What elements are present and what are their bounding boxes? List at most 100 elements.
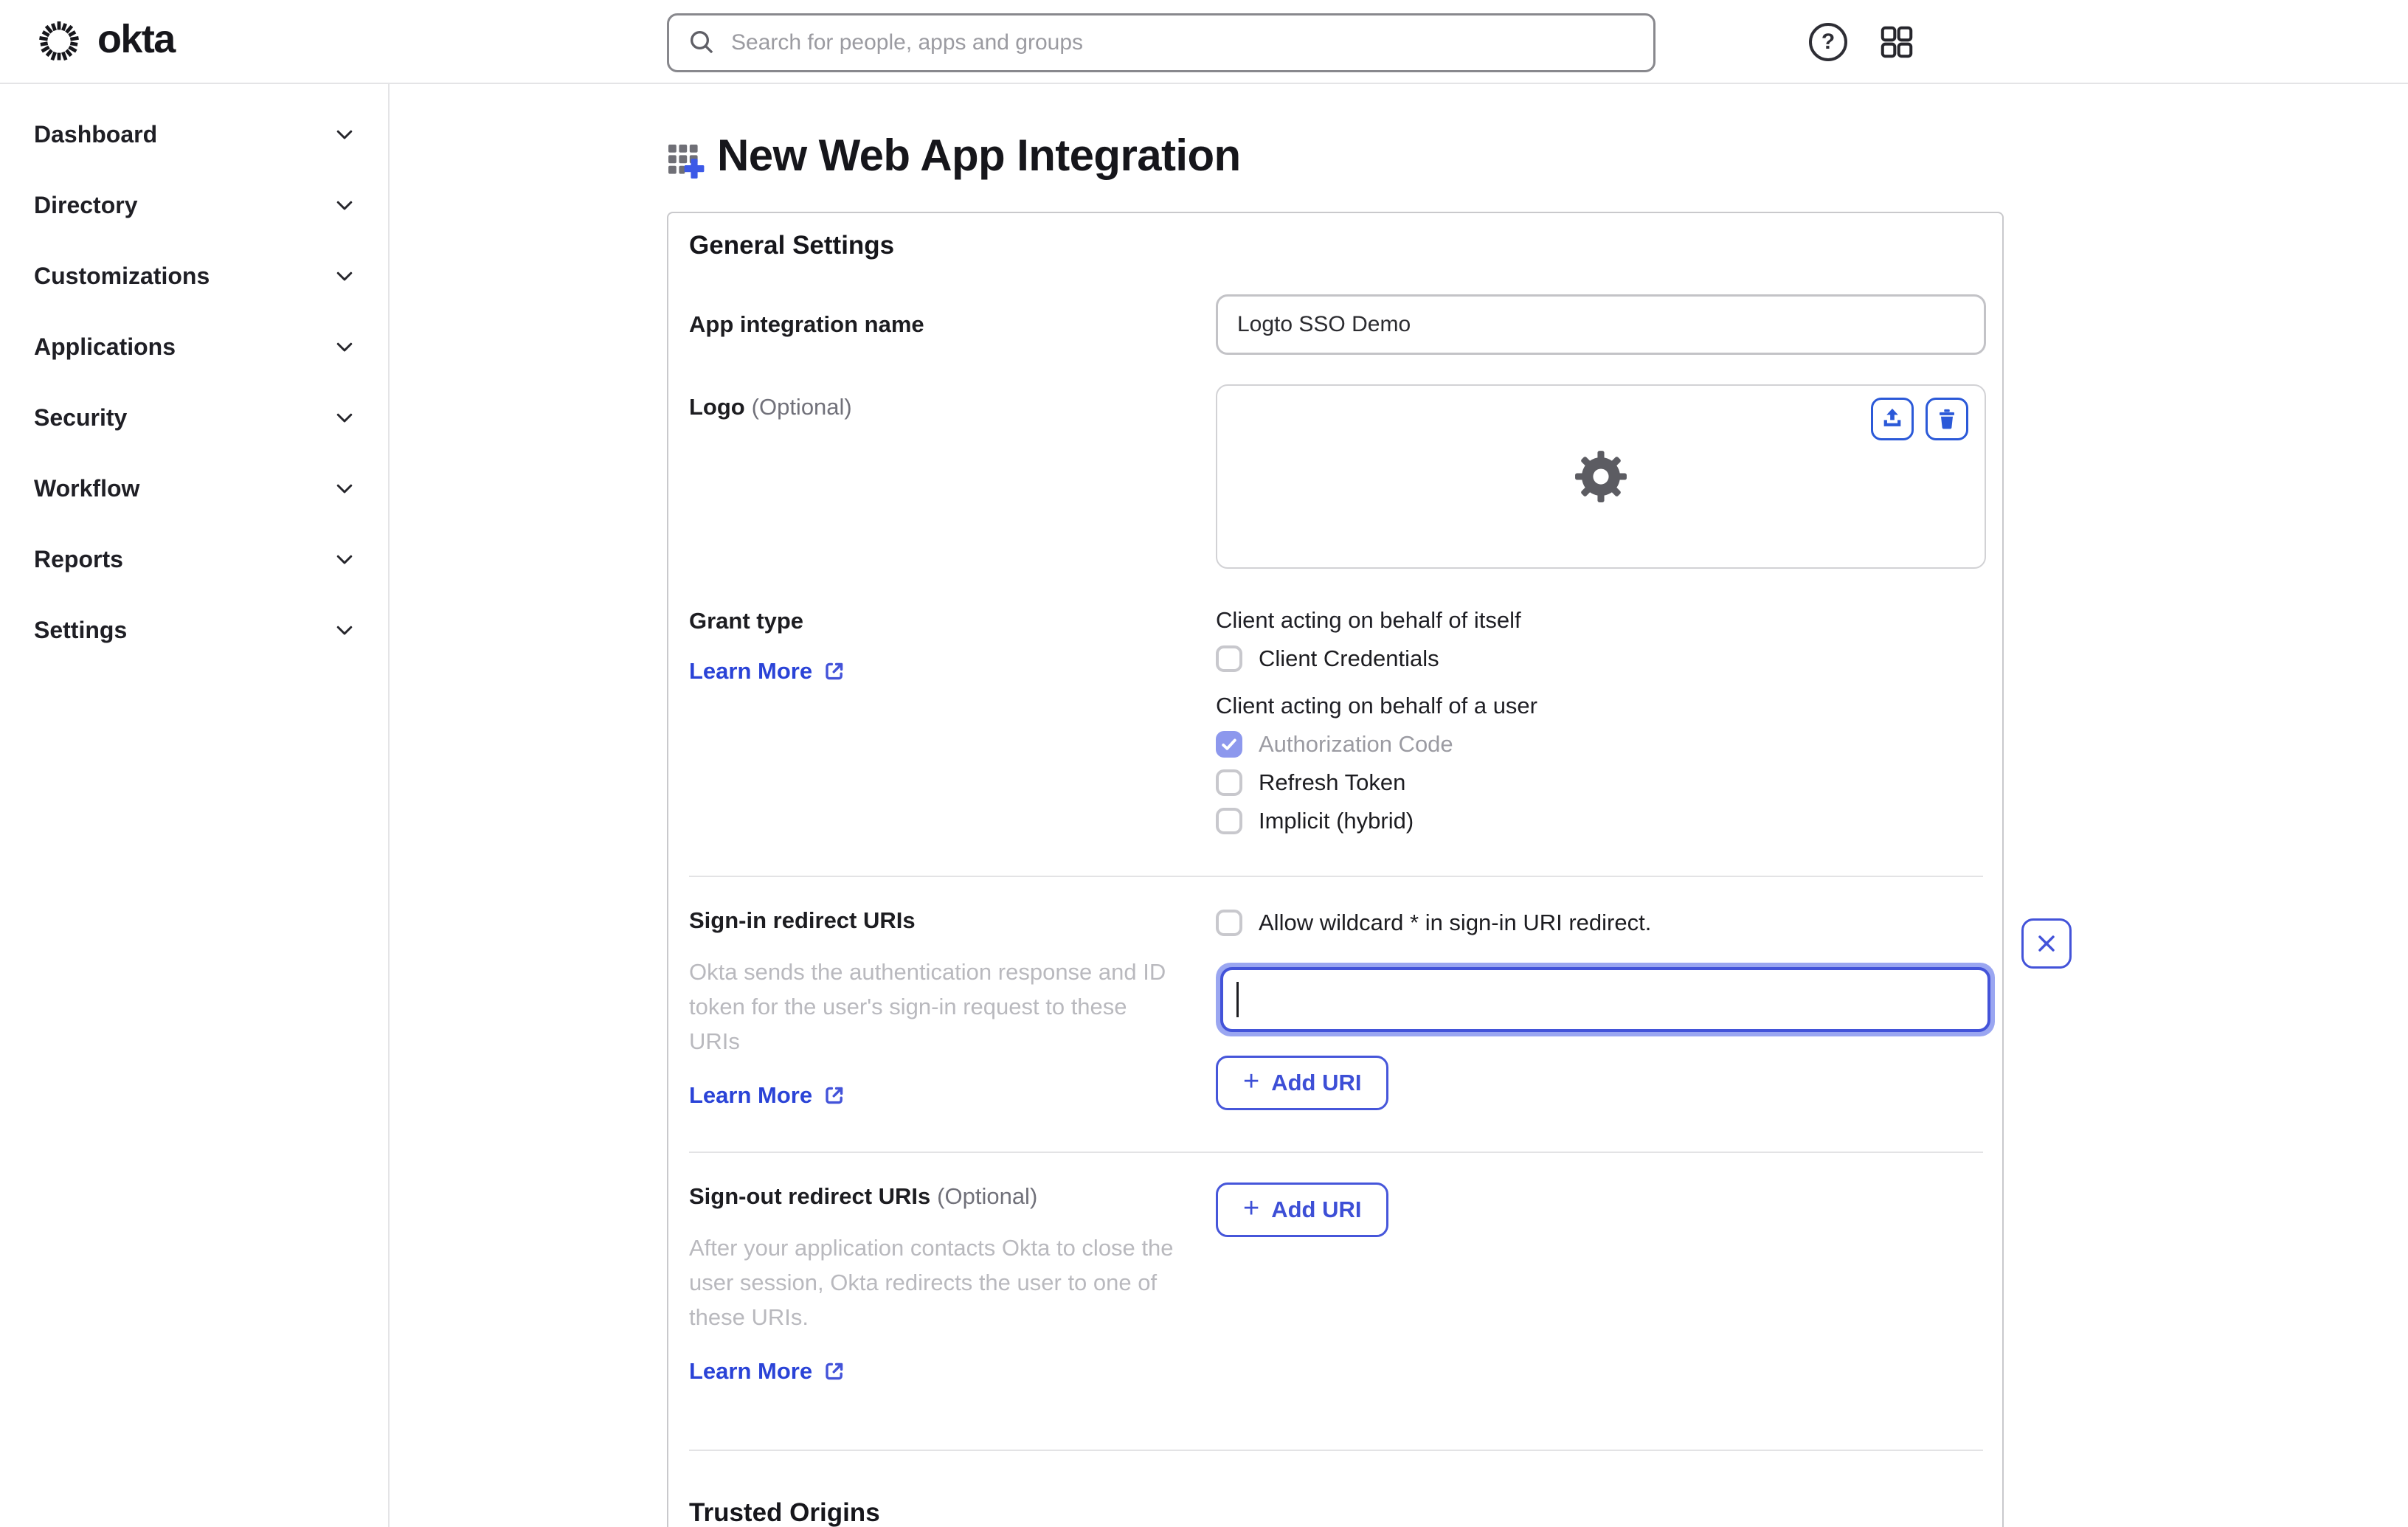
checkbox-label: Implicit (hybrid) [1259, 808, 1414, 834]
sidebar-nav: Dashboard Directory Customizations Appli… [0, 84, 390, 1527]
sidebar-item-applications[interactable]: Applications [0, 311, 388, 382]
section-divider [689, 1152, 1983, 1153]
sidebar-item-workflow[interactable]: Workflow [0, 453, 388, 524]
text-cursor [1236, 982, 1239, 1017]
sidebar-item-label: Security [34, 404, 128, 431]
new-app-integration-icon [667, 139, 707, 179]
help-icon[interactable]: ? [1809, 23, 1847, 61]
header-actions: ? [1809, 0, 1915, 84]
search-icon [687, 27, 718, 58]
signin-redirect-label: Sign-in redirect URIs [689, 907, 916, 933]
gear-icon [1572, 448, 1630, 505]
signout-learn-more-link[interactable]: Learn More [689, 1358, 846, 1385]
wildcard-checkbox[interactable] [1216, 910, 1242, 936]
signin-uri-input[interactable] [1220, 967, 1990, 1032]
chevron-down-icon [333, 619, 356, 641]
app-name-label: App integration name [689, 311, 924, 337]
global-search[interactable] [667, 13, 1656, 72]
plus-icon: + [1243, 1066, 1260, 1097]
checkbox-label: Authorization Code [1259, 731, 1453, 757]
external-link-icon [823, 659, 846, 683]
sidebar-item-reports[interactable]: Reports [0, 524, 388, 595]
sidebar-item-label: Reports [34, 545, 123, 572]
checkbox-label: Refresh Token [1259, 769, 1406, 795]
section-divider [689, 876, 1983, 877]
grant-user-heading: Client acting on behalf of a user [1216, 693, 1537, 719]
wildcard-option: Allow wildcard * in sign-in URI redirect… [1216, 910, 1995, 936]
logo-preview-box [1216, 384, 1986, 569]
page-title: New Web App Integration [717, 131, 1241, 180]
sidebar-item-security[interactable]: Security [0, 382, 388, 453]
grant-self-heading: Client acting on behalf of itself [1216, 607, 1521, 633]
signout-redirect-row: Sign-out redirect URIs (Optional) After … [689, 1183, 1983, 1385]
sidebar-item-label: Workflow [34, 474, 140, 502]
upload-logo-button[interactable] [1871, 398, 1914, 440]
plus-icon: + [1243, 1193, 1260, 1224]
top-header: okta ? [0, 0, 2408, 84]
learn-more-label: Learn More [689, 1358, 813, 1384]
grant-option-refresh-token: Refresh Token [1216, 769, 1983, 796]
signin-uri-field-focus-ring [1216, 963, 1995, 1036]
general-settings-card: General Settings App integration name Lo… [667, 212, 2072, 1527]
trash-icon [1935, 407, 1959, 431]
client-credentials-checkbox[interactable] [1216, 645, 1242, 672]
sidebar-item-customizations[interactable]: Customizations [0, 240, 388, 311]
signout-help-text: After your application contacts Okta to … [689, 1235, 1174, 1330]
sidebar-item-label: Directory [34, 191, 138, 218]
okta-admin-window: okta ? Da [0, 0, 2408, 1527]
add-uri-label: Add URI [1271, 1070, 1362, 1095]
remove-uri-button[interactable] [2021, 918, 2072, 969]
app-name-row: App integration name [689, 294, 1986, 355]
checkmark-icon [1219, 735, 1239, 754]
section-heading: General Settings [689, 231, 895, 260]
grant-option-implicit-hybrid: Implicit (hybrid) [1216, 808, 1983, 834]
chevron-down-icon [333, 123, 356, 145]
signin-help-text: Okta sends the authentication response a… [689, 959, 1166, 1054]
grant-type-learn-more-link[interactable]: Learn More [689, 658, 846, 685]
sidebar-item-label: Applications [34, 333, 176, 360]
add-uri-label: Add URI [1271, 1197, 1362, 1222]
okta-logo[interactable]: okta [34, 16, 176, 66]
search-input[interactable] [731, 30, 1636, 55]
main-content: New Web App Integration General Settings… [390, 84, 2408, 1527]
app-name-input[interactable] [1216, 294, 1986, 355]
signin-learn-more-link[interactable]: Learn More [689, 1082, 846, 1109]
grant-option-client-credentials: Client Credentials [1216, 645, 1983, 672]
refresh-token-checkbox[interactable] [1216, 769, 1242, 796]
logo-row: Logo (Optional) [689, 384, 1986, 569]
logo-optional-label: (Optional) [751, 394, 852, 420]
upload-icon [1880, 406, 1905, 432]
close-icon [2036, 933, 2057, 954]
delete-logo-button[interactable] [1926, 398, 1968, 440]
learn-more-label: Learn More [689, 1082, 813, 1108]
chevron-down-icon [333, 406, 356, 429]
chevron-down-icon [333, 477, 356, 499]
sidebar-item-dashboard[interactable]: Dashboard [0, 99, 388, 170]
authorization-code-checkbox[interactable] [1216, 731, 1242, 758]
grant-option-authorization-code: Authorization Code [1216, 731, 1983, 758]
apps-grid-icon[interactable] [1878, 24, 1915, 60]
checkbox-label: Client Credentials [1259, 645, 1439, 671]
chevron-down-icon [333, 336, 356, 358]
sidebar-item-label: Settings [34, 616, 128, 643]
sidebar-item-directory[interactable]: Directory [0, 170, 388, 240]
grant-type-row: Grant type Learn More Client acting on b… [689, 607, 1983, 834]
learn-more-label: Learn More [689, 658, 813, 684]
logo-label: Logo [689, 394, 745, 420]
okta-sunburst-icon [34, 16, 84, 66]
signout-optional-label: (Optional) [937, 1183, 1038, 1209]
external-link-icon [823, 1360, 846, 1383]
trusted-origins-heading: Trusted Origins [689, 1498, 880, 1527]
sidebar-item-settings[interactable]: Settings [0, 595, 388, 665]
checkbox-label: Allow wildcard * in sign-in URI redirect… [1259, 910, 1652, 935]
implicit-hybrid-checkbox[interactable] [1216, 808, 1242, 834]
sidebar-item-label: Customizations [34, 262, 210, 289]
signout-add-uri-button[interactable]: + Add URI [1216, 1183, 1389, 1237]
signout-redirect-label: Sign-out redirect URIs [689, 1183, 931, 1209]
signin-redirect-row: Sign-in redirect URIs Okta sends the aut… [689, 907, 2072, 1110]
grant-type-label: Grant type [689, 608, 804, 634]
signin-add-uri-button[interactable]: + Add URI [1216, 1056, 1389, 1110]
okta-wordmark: okta [97, 17, 176, 61]
sidebar-item-label: Dashboard [34, 120, 158, 148]
chevron-down-icon [333, 194, 356, 216]
